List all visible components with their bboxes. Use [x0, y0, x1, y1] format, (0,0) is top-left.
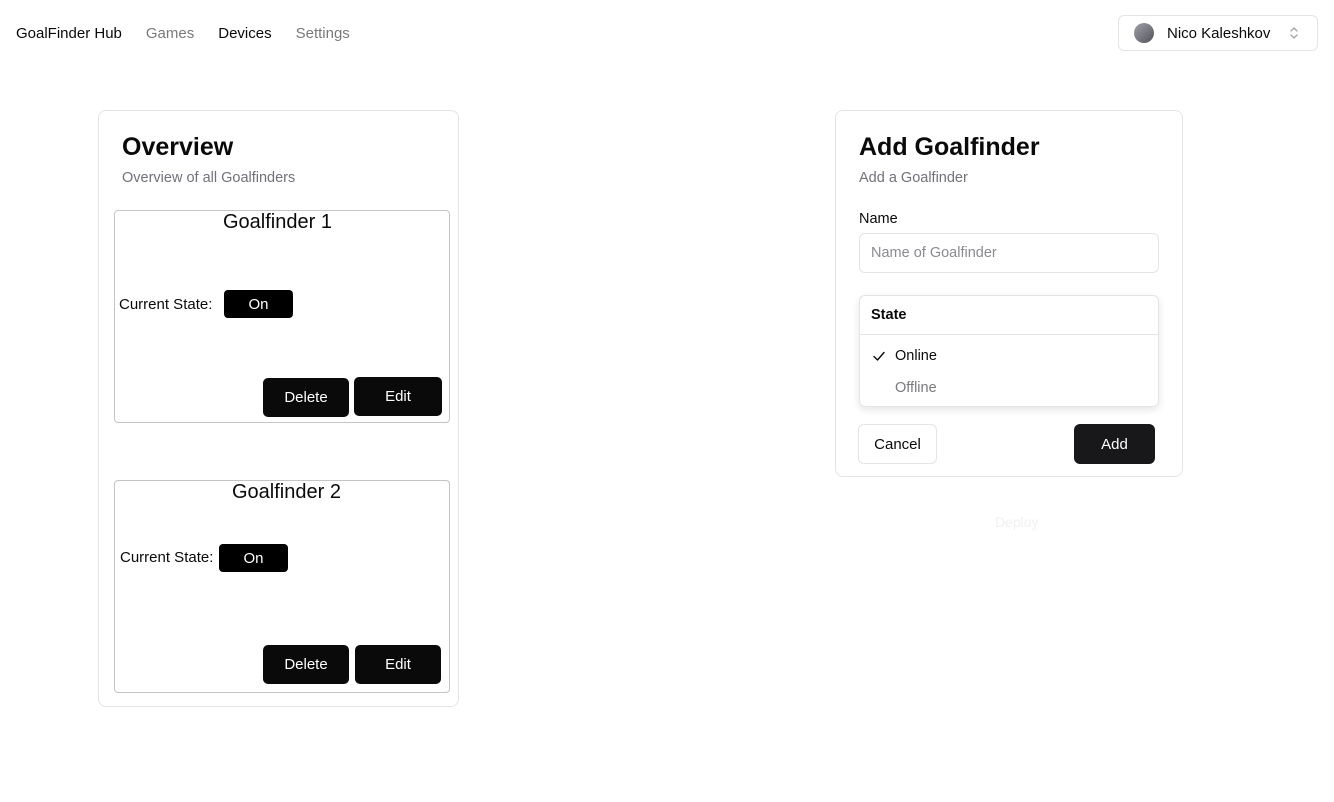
nav-item-settings[interactable]: Settings: [296, 25, 350, 42]
overview-subtitle: Overview of all Goalfinders: [122, 170, 296, 186]
state-dropdown-menu: State Online Offline: [859, 295, 1159, 407]
user-switcher[interactable]: Nico Kaleshkov: [1118, 15, 1318, 51]
dropdown-option-offline[interactable]: Offline: [860, 375, 1158, 401]
goalfinder-name: Goalfinder 1: [223, 211, 332, 233]
goalfinder-name: Goalfinder 2: [232, 481, 341, 503]
avatar: [1134, 23, 1154, 43]
nav-item-games[interactable]: Games: [146, 25, 194, 42]
option-label: Online: [895, 348, 937, 364]
option-label: Offline: [895, 380, 937, 396]
brand-link[interactable]: GoalFinder Hub: [16, 25, 122, 42]
cancel-button[interactable]: Cancel: [858, 424, 937, 464]
check-icon: [873, 351, 885, 361]
user-name: Nico Kaleshkov: [1167, 24, 1271, 42]
state-label: Current State:: [119, 296, 213, 313]
add-goalfinder-title: Add Goalfinder: [859, 133, 1040, 161]
chevron-up-down-icon: [1290, 27, 1298, 39]
name-label: Name: [859, 211, 898, 227]
state-badge[interactable]: On: [219, 544, 288, 572]
edit-button[interactable]: Edit: [354, 377, 442, 416]
state-badge[interactable]: On: [224, 290, 293, 318]
nav-item-devices[interactable]: Devices: [218, 25, 271, 42]
add-goalfinder-card: [835, 110, 1183, 477]
dropdown-option-online[interactable]: Online: [860, 343, 1158, 369]
name-input[interactable]: [859, 233, 1159, 273]
edit-button[interactable]: Edit: [355, 645, 441, 684]
dropdown-divider: [860, 334, 1158, 335]
delete-button[interactable]: Delete: [263, 645, 349, 684]
dropdown-header: State: [871, 307, 907, 323]
state-label: Current State:: [120, 549, 214, 566]
overview-title: Overview: [122, 133, 234, 161]
delete-button[interactable]: Delete: [263, 378, 349, 417]
add-button[interactable]: Add: [1074, 424, 1155, 464]
top-nav: GoalFinder Hub Games Devices Settings: [16, 22, 374, 44]
faded-text: Deploy: [995, 514, 1039, 530]
add-goalfinder-subtitle: Add a Goalfinder: [859, 170, 968, 186]
